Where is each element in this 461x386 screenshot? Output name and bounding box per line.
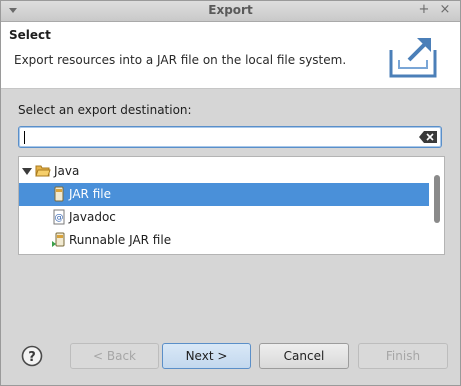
tree-item-label: Javadoc: [69, 210, 116, 224]
close-icon[interactable]: ×: [437, 2, 453, 18]
text-caret: [24, 131, 25, 144]
maximize-icon[interactable]: +: [416, 2, 432, 18]
svg-text:?: ?: [28, 350, 36, 365]
scrollbar-thumb[interactable]: [434, 175, 440, 223]
destination-tree[interactable]: Java JAR file @ Javadoc Runnable JAR fil…: [18, 156, 445, 255]
back-button[interactable]: < Back: [70, 343, 159, 369]
cancel-button[interactable]: Cancel: [259, 343, 349, 369]
wizard-header: Select Export resources into a JAR file …: [1, 22, 460, 89]
export-wizard-banner-icon: [389, 38, 437, 78]
clear-text-icon[interactable]: [419, 131, 437, 143]
help-icon[interactable]: ?: [21, 345, 43, 367]
javadoc-icon: @: [53, 209, 65, 225]
destination-label: Select an export destination:: [18, 103, 192, 117]
tree-item-label: JAR file: [69, 187, 111, 201]
export-dialog: Export + × Select Export resources into …: [0, 0, 461, 386]
filter-input[interactable]: [18, 126, 442, 148]
runnable-jar-icon: [52, 232, 65, 247]
next-button[interactable]: Next >: [162, 343, 251, 369]
tree-item-label: Java: [54, 164, 80, 178]
vertical-scrollbar[interactable]: [431, 158, 443, 253]
tree-item-label: Runnable JAR file: [69, 233, 172, 247]
folder-open-icon: [35, 165, 51, 177]
title-bar[interactable]: Export + ×: [1, 1, 460, 22]
tree-item-java[interactable]: Java: [19, 160, 429, 183]
tree-item-jar-file[interactable]: JAR file: [19, 183, 429, 206]
finish-button[interactable]: Finish: [358, 343, 448, 369]
tree-item-runnable-jar[interactable]: Runnable JAR file: [19, 229, 429, 252]
window-title: Export: [208, 3, 253, 17]
tree-item-javadoc[interactable]: @ Javadoc: [19, 206, 429, 229]
svg-text:@: @: [55, 213, 64, 223]
jar-file-icon: [54, 186, 64, 202]
page-description: Export resources into a JAR file on the …: [14, 53, 347, 67]
expand-arrow-icon[interactable]: [22, 168, 32, 175]
page-title: Select: [9, 28, 51, 42]
